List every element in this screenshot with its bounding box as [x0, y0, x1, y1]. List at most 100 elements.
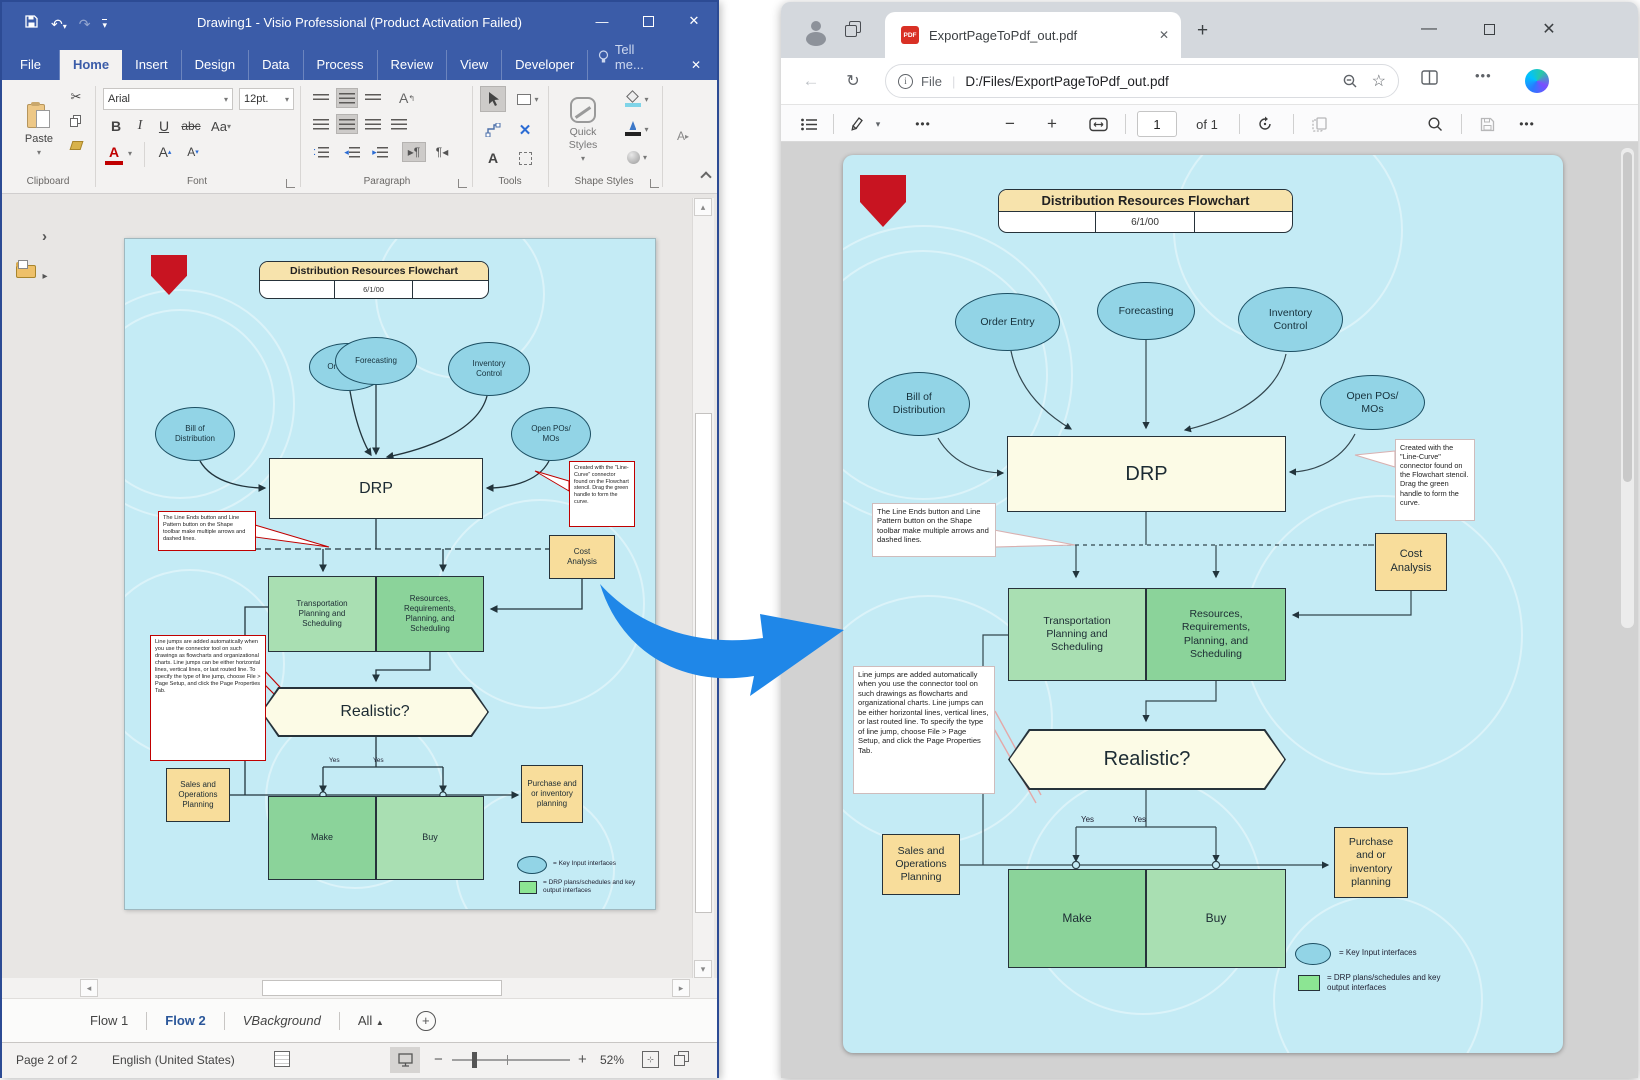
shape-purchase[interactable]: Purchase and or inventory planning	[521, 765, 583, 823]
rotate-icon[interactable]	[1251, 111, 1279, 137]
fit-page-icon[interactable]: ⊹	[642, 1051, 659, 1068]
paragraph-dialog-launcher-icon[interactable]	[458, 179, 467, 188]
pdf-scroll-thumb[interactable]	[1623, 152, 1632, 482]
customize-qat-icon[interactable]: ▾	[102, 19, 107, 30]
zoom-level[interactable]: 52%	[600, 1053, 624, 1067]
scroll-down-icon[interactable]: ▾	[694, 960, 712, 978]
font-name-select[interactable]: Arial▾	[103, 88, 233, 110]
refresh-icon[interactable]: ↻	[839, 68, 867, 94]
fit-width-icon[interactable]	[1083, 111, 1113, 137]
bold-button[interactable]: B	[106, 116, 126, 136]
pdf-save-icon[interactable]	[1473, 111, 1501, 137]
copilot-icon[interactable]	[1525, 69, 1549, 93]
align-middle-icon[interactable]	[336, 88, 358, 108]
pdf-zoom-out-icon[interactable]: −	[997, 111, 1023, 137]
align-center-icon[interactable]	[336, 114, 358, 134]
transform-tool-icon[interactable]	[512, 146, 538, 170]
tab-design[interactable]: Design	[182, 50, 249, 80]
text-direction-rtl-icon[interactable]: ¶◂	[430, 142, 454, 162]
quick-styles-button[interactable]: Quick Styles ▾	[554, 86, 612, 174]
page-tab-flow2[interactable]: Flow 2	[147, 1013, 223, 1028]
tab-data[interactable]: Data	[249, 50, 303, 80]
presentation-mode-icon[interactable]	[390, 1047, 420, 1073]
align-right-icon[interactable]	[362, 114, 384, 134]
bullets-icon[interactable]: :	[310, 142, 332, 162]
page-tab-flow1[interactable]: Flow 1	[72, 1013, 146, 1028]
align-left-icon[interactable]	[310, 114, 332, 134]
tell-me-box[interactable]: Tell me...	[588, 35, 675, 80]
align-bottom-icon[interactable]	[362, 88, 384, 108]
connector-tool-icon[interactable]	[480, 118, 506, 142]
page-view-icon[interactable]	[1305, 111, 1333, 137]
shape-bill-of-distribution[interactable]: Bill of Distribution	[155, 407, 235, 461]
format-painter-icon[interactable]	[66, 136, 86, 154]
shape-realistic[interactable]: Realistic?	[261, 687, 489, 737]
language-indicator[interactable]: English (United States)	[112, 1053, 235, 1067]
text-direction-ltr-icon[interactable]: ▸¶	[402, 142, 426, 162]
connection-point-tool-icon[interactable]: ✕	[512, 118, 538, 142]
change-case-button[interactable]: Aa▾	[208, 116, 234, 136]
save-icon[interactable]	[24, 14, 39, 34]
pdf-more-icon[interactable]: •••	[1513, 111, 1541, 137]
tab-file[interactable]: File	[2, 50, 60, 80]
toc-icon[interactable]	[795, 111, 823, 137]
shape-resources[interactable]: Resources, Requirements, Planning, and S…	[376, 576, 484, 652]
shape-make[interactable]: Make	[268, 796, 376, 880]
shape-drp[interactable]: DRP	[269, 458, 483, 519]
page-number-input[interactable]	[1137, 111, 1177, 137]
split-screen-icon[interactable]	[1421, 70, 1438, 85]
paste-button[interactable]: Paste ▾	[16, 86, 62, 172]
callout-line-jumps[interactable]: Line jumps are added automatically when …	[150, 635, 266, 761]
underline-button[interactable]: U	[154, 116, 174, 136]
close-drawing-icon[interactable]: ✕	[675, 51, 717, 80]
hscroll-thumb[interactable]	[262, 980, 502, 996]
edge-close-button[interactable]: ✕	[1527, 14, 1571, 44]
shape-buy[interactable]: Buy	[376, 796, 484, 880]
settings-dots-icon[interactable]: •••	[1475, 68, 1492, 83]
tab-home[interactable]: Home	[60, 50, 122, 80]
zoom-slider[interactable]	[452, 1059, 570, 1061]
horizontal-scrollbar[interactable]: ◂ ▸	[80, 978, 690, 998]
page-indicator[interactable]: Page 2 of 2	[16, 1053, 77, 1067]
strikethrough-button[interactable]: abc	[178, 116, 204, 136]
scroll-up-icon[interactable]: ▴	[694, 198, 712, 216]
callout-line-ends[interactable]: The Line Ends button and Line Pattern bu…	[158, 511, 256, 551]
pen-dropdown-icon[interactable]: ▾	[869, 111, 887, 137]
stencil-icon[interactable]: ▸	[16, 262, 47, 284]
shape-transportation[interactable]: Transportation Planning and Scheduling	[268, 576, 376, 652]
edge-maximize-button[interactable]	[1467, 14, 1511, 44]
tab-review[interactable]: Review	[378, 50, 448, 80]
new-tab-icon[interactable]: +	[1197, 20, 1208, 42]
font-color-dropdown[interactable]: ▾	[124, 144, 136, 162]
tab-developer[interactable]: Developer	[502, 50, 588, 80]
justify-icon[interactable]	[388, 114, 410, 134]
tab-insert[interactable]: Insert	[122, 50, 182, 80]
increase-indent-icon[interactable]: ▸	[368, 142, 392, 162]
zoom-search-icon[interactable]	[1342, 73, 1358, 89]
undo-icon[interactable]: ↶▾	[51, 17, 67, 31]
expand-shapes-pane-icon[interactable]: ›	[42, 228, 47, 245]
zoom-slider-thumb[interactable]	[472, 1052, 477, 1068]
effects-icon[interactable]: ▾	[620, 146, 654, 168]
italic-button[interactable]: I	[130, 116, 150, 136]
fill-icon[interactable]: ▾	[620, 88, 654, 110]
rectangle-tool-icon[interactable]: ▾	[512, 86, 544, 112]
shape-forecasting[interactable]: Forecasting	[335, 337, 417, 385]
tab-process[interactable]: Process	[304, 50, 378, 80]
pointer-tool-icon[interactable]	[480, 86, 506, 112]
shape-open-pos-mos[interactable]: Open POs/ MOs	[511, 407, 591, 461]
tab-close-icon[interactable]: ✕	[1159, 28, 1169, 42]
close-button[interactable]: ✕	[671, 2, 717, 40]
back-icon[interactable]: ←	[797, 68, 825, 94]
font-size-select[interactable]: 12pt.▾	[239, 88, 294, 110]
scroll-right-icon[interactable]: ▸	[672, 979, 690, 997]
browser-tab[interactable]: PDF ExportPageToPdf_out.pdf ✕	[885, 12, 1181, 58]
text-rotate-icon[interactable]: A↰	[394, 88, 420, 108]
info-icon[interactable]: i	[898, 74, 913, 89]
cut-icon[interactable]: ✂	[66, 88, 86, 106]
insert-page-icon[interactable]: +	[416, 1011, 436, 1031]
shape-inventory-control[interactable]: Inventory Control	[448, 342, 530, 396]
ribbon-more-icon[interactable]: A ▸	[668, 124, 698, 148]
copy-icon[interactable]	[66, 112, 86, 130]
pdf-scrollbar[interactable]	[1621, 148, 1634, 628]
